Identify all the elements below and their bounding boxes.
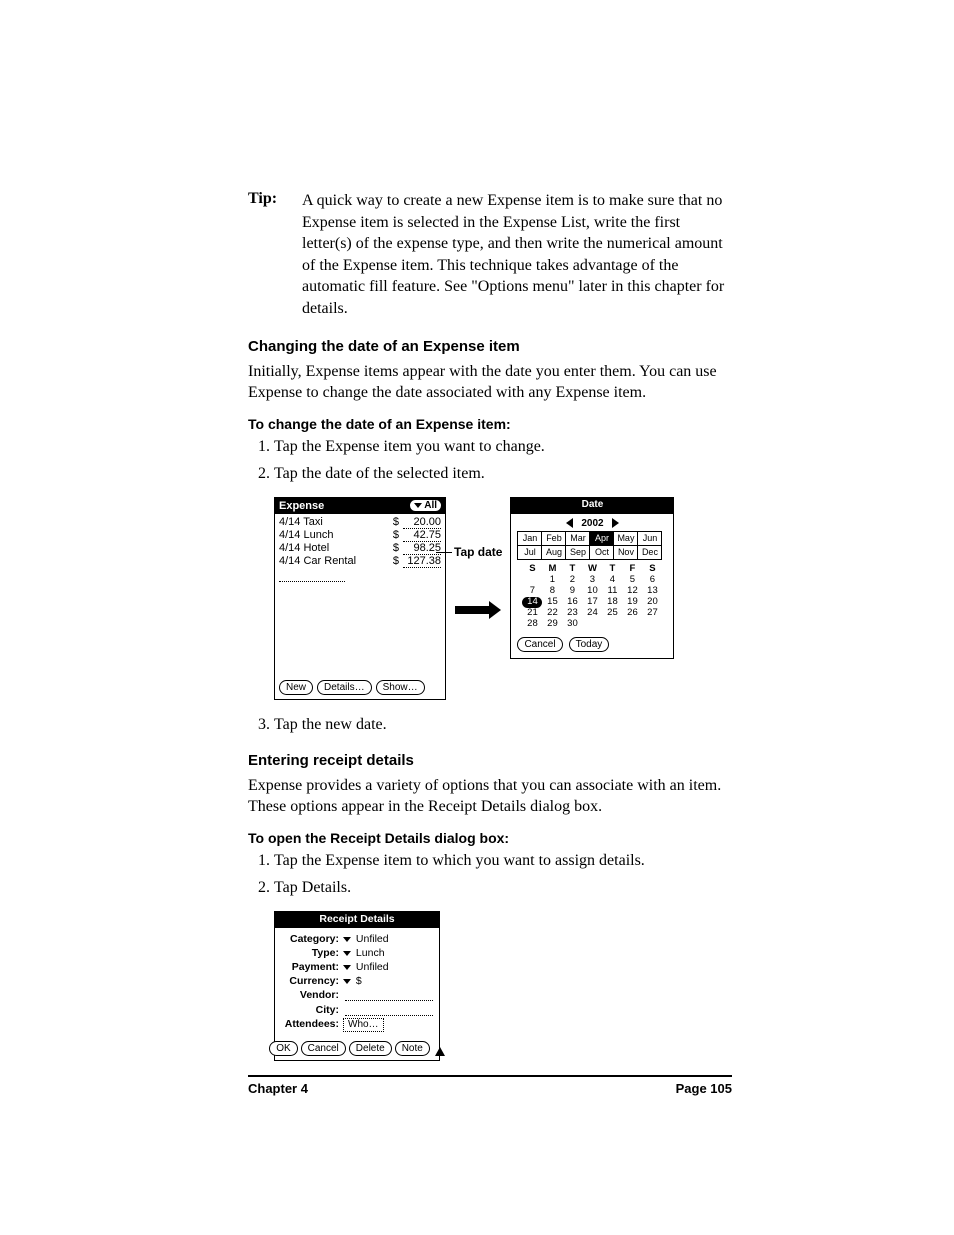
month-dec[interactable]: Dec (638, 545, 662, 559)
expense-item[interactable]: 4/14 Hotel $98.25 (279, 542, 441, 555)
steps-list: Tap the Expense item you want to change.… (248, 436, 732, 485)
section-heading-receipt: Entering receipt details (248, 752, 732, 769)
arrow-right-icon (455, 601, 501, 619)
page-number: Page 105 (676, 1081, 732, 1096)
category-label: Category: (281, 933, 339, 946)
section2-intro: Expense provides a variety of options th… (248, 775, 732, 818)
calendar-grid: S M T W T F S 1 2 3 4 5 6 (522, 564, 662, 630)
expense-amount[interactable]: 42.75 (403, 529, 441, 542)
type-picker[interactable]: Lunch (343, 947, 385, 960)
tip-body: A quick way to create a new Expense item… (302, 190, 732, 320)
expense-item[interactable]: 4/14 Taxi $20.00 (279, 516, 441, 529)
ok-button[interactable]: OK (269, 1041, 297, 1056)
expense-amount[interactable]: 98.25 (403, 542, 441, 555)
details-button[interactable]: Details… (317, 680, 372, 695)
expense-item-label: 4/14 Lunch (279, 529, 333, 542)
month-apr[interactable]: Apr (590, 531, 614, 545)
tap-date-label: Tap date (454, 545, 502, 559)
category-picker[interactable]: All (410, 500, 441, 511)
step-1: Tap the Expense item you want to change. (274, 436, 732, 458)
city-label: City: (281, 1004, 339, 1017)
expense-item[interactable]: 4/14 Lunch $42.75 (279, 529, 441, 542)
procedure-heading: To change the date of an Expense item: (248, 416, 732, 432)
expense-list: 4/14 Taxi $20.00 4/14 Lunch $42.75 4/14 … (275, 514, 445, 568)
new-button[interactable]: New (279, 680, 313, 695)
section-intro: Initially, Expense items appear with the… (248, 361, 732, 404)
chapter-label: Chapter 4 (248, 1081, 308, 1096)
cancel-button[interactable]: Cancel (517, 637, 562, 652)
month-sep[interactable]: Sep (566, 545, 590, 559)
date-title: Date (511, 498, 673, 514)
dropdown-triangle-icon (343, 965, 351, 970)
month-grid: Jan Feb Mar Apr May Jun Jul Aug Sep Oct … (517, 531, 662, 560)
expense-item-label: 4/14 Taxi (279, 516, 323, 529)
month-jun[interactable]: Jun (638, 531, 662, 545)
currency-picker[interactable]: $ (343, 975, 362, 988)
step-2: Tap the date of the selected item. (274, 463, 732, 485)
attendees-label: Attendees: (281, 1018, 339, 1031)
month-jan[interactable]: Jan (518, 531, 542, 545)
month-nov[interactable]: Nov (614, 545, 638, 559)
dropdown-triangle-icon (343, 979, 351, 984)
step-2-1: Tap the Expense item to which you want t… (274, 850, 732, 872)
who-button[interactable]: Who… (343, 1018, 384, 1033)
month-feb[interactable]: Feb (542, 531, 566, 545)
cancel-button[interactable]: Cancel (301, 1041, 346, 1056)
expense-item[interactable]: 4/14 Car Rental $127.38 (279, 555, 441, 568)
tip-label: Tip: (248, 190, 302, 320)
dropdown-triangle-icon (343, 951, 351, 956)
note-button[interactable]: Note (395, 1041, 430, 1056)
month-oct[interactable]: Oct (590, 545, 614, 559)
vendor-field[interactable] (345, 990, 433, 1001)
expense-amount[interactable]: 20.00 (403, 516, 441, 529)
currency-label: Currency: (281, 975, 339, 988)
month-mar[interactable]: Mar (566, 531, 590, 545)
section-heading-change-date: Changing the date of an Expense item (248, 338, 732, 355)
vendor-label: Vendor: (281, 989, 339, 1002)
dropdown-triangle-icon (343, 937, 351, 942)
expense-item-label: 4/14 Hotel (279, 542, 329, 555)
all-label: All (424, 500, 437, 511)
type-label: Type: (281, 947, 339, 960)
selected-day[interactable]: 14 (522, 597, 542, 608)
receipt-title: Receipt Details (275, 912, 439, 928)
expense-amount[interactable]: 127.38 (403, 555, 441, 568)
step-2-2: Tap Details. (274, 877, 732, 899)
prev-year-icon[interactable] (566, 518, 573, 528)
procedure-heading-2: To open the Receipt Details dialog box: (248, 830, 732, 846)
arrow-up-icon (435, 1047, 445, 1056)
city-field[interactable] (345, 1005, 433, 1016)
figure-annotation: Tap date (454, 497, 502, 619)
year-value: 2002 (581, 518, 603, 529)
steps-list-2: Tap the Expense item to which you want t… (248, 850, 732, 899)
tip-block: Tip: A quick way to create a new Expense… (248, 190, 732, 320)
year-selector: 2002 (511, 514, 673, 531)
date-picker-panel: Date 2002 Jan Feb Mar Apr May Jun Jul Au… (510, 497, 674, 660)
category-picker[interactable]: Unfiled (343, 933, 389, 946)
expense-panel: Expense All 4/14 Taxi $20.00 4/14 Lunch … (274, 497, 446, 700)
page-footer: Chapter 4 Page 105 (248, 1077, 732, 1096)
figure-expense-and-date: Expense All 4/14 Taxi $20.00 4/14 Lunch … (274, 497, 732, 700)
show-button[interactable]: Show… (376, 680, 425, 695)
expense-title-bar: Expense All (275, 498, 445, 514)
payment-picker[interactable]: Unfiled (343, 961, 389, 974)
receipt-details-panel: Receipt Details Category: Unfiled Type: … (274, 911, 440, 1061)
delete-button[interactable]: Delete (349, 1041, 392, 1056)
steps-list-cont: Tap the new date. (248, 714, 732, 736)
payment-label: Payment: (281, 961, 339, 974)
month-jul[interactable]: Jul (518, 545, 542, 559)
today-button[interactable]: Today (569, 637, 610, 652)
expense-title: Expense (279, 500, 324, 512)
expense-item-label: 4/14 Car Rental (279, 555, 356, 568)
next-year-icon[interactable] (612, 518, 619, 528)
step-3: Tap the new date. (274, 714, 732, 736)
dropdown-triangle-icon (414, 503, 422, 508)
month-aug[interactable]: Aug (542, 545, 566, 559)
month-may[interactable]: May (614, 531, 638, 545)
